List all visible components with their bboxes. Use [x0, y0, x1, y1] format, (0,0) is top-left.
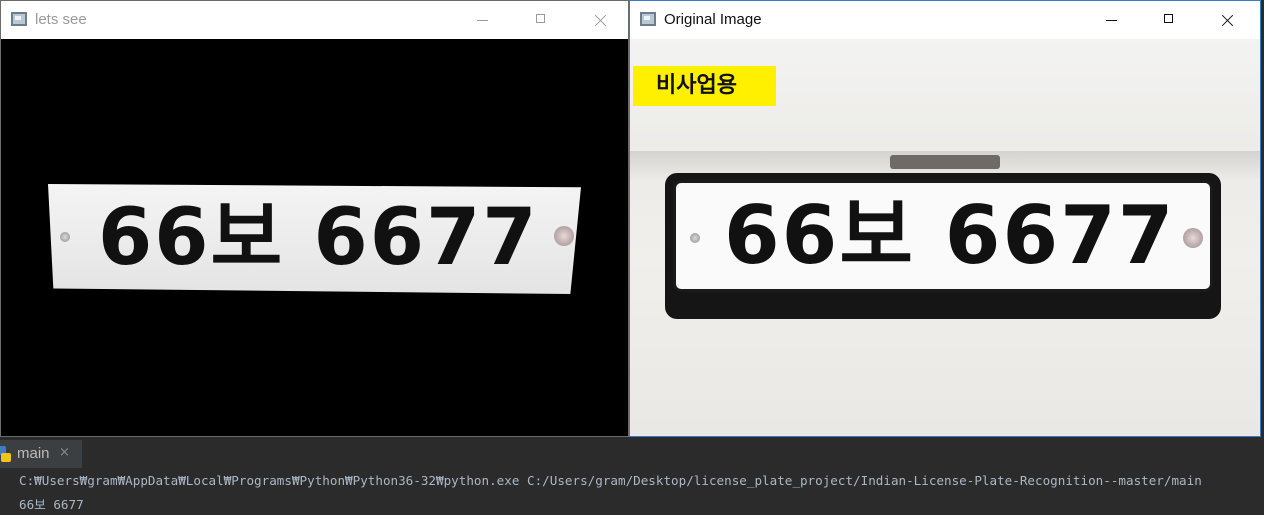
close-icon[interactable] — [577, 1, 623, 39]
bolt-icon — [1183, 228, 1203, 248]
bolt-icon — [60, 232, 70, 242]
titlebar[interactable]: lets see — [1, 1, 628, 39]
non-commercial-badge: 비사업용 — [633, 66, 776, 106]
plate-number: 66보 6677 — [98, 193, 539, 283]
tab-close-icon[interactable]: × — [59, 443, 70, 463]
console-command: C:₩Users₩gram₩AppData₩Local₩Programs₩Pyt… — [19, 473, 1202, 488]
titlebar[interactable]: Original Image — [630, 1, 1260, 39]
window-original-image[interactable]: Original Image 비사업용 66보 6677 — [629, 0, 1261, 437]
warped-plate-image: 66보 6677 — [48, 184, 581, 294]
window-title: lets see — [35, 11, 87, 28]
minimize-icon[interactable] — [459, 1, 505, 39]
tab-main[interactable]: main × — [0, 440, 82, 468]
original-photo: 비사업용 66보 6677 — [630, 39, 1260, 436]
console-output: 66보 6677 — [19, 497, 84, 512]
python-icon — [0, 446, 12, 462]
maximize-icon[interactable] — [1146, 1, 1192, 39]
image-canvas: 66보 6677 — [1, 39, 628, 436]
window-lets-see[interactable]: lets see 66보 6677 — [0, 0, 629, 437]
license-plate: 66보 6677 — [673, 180, 1213, 292]
tab-label: main — [17, 445, 50, 462]
bolt-icon — [690, 233, 700, 243]
window-title: Original Image — [664, 11, 762, 28]
close-icon[interactable] — [1204, 1, 1250, 39]
opencv-window-icon — [640, 12, 656, 26]
plate-number: 66보 6677 — [724, 189, 1176, 282]
minimize-icon[interactable] — [1088, 1, 1134, 39]
bolt-icon — [554, 226, 574, 246]
opencv-window-icon — [11, 12, 27, 26]
plate-mount — [890, 155, 1000, 169]
run-panel: main × C:₩Users₩gram₩AppData₩Local₩Progr… — [0, 437, 1264, 515]
maximize-icon[interactable] — [518, 1, 564, 39]
